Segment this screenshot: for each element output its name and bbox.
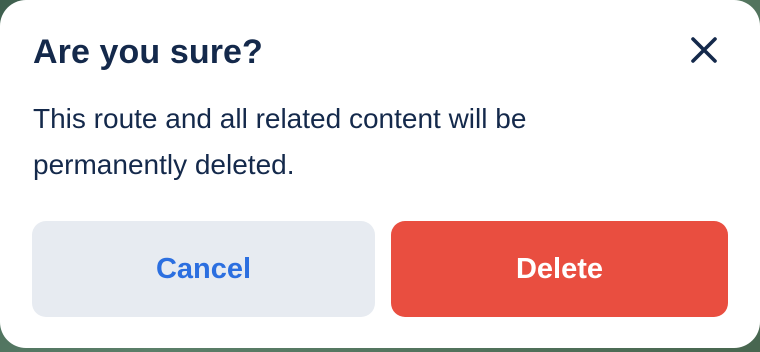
confirm-delete-dialog: Are you sure? This route and all related… [0,0,760,348]
dialog-message: This route and all related content will … [33,103,527,180]
close-icon [684,30,724,70]
delete-button-label: Delete [515,252,604,285]
dialog-title: Are you sure? [33,33,263,71]
cancel-button-label: Cancel [155,252,252,285]
cancel-button[interactable]: Cancel [32,221,375,317]
close-button[interactable] [684,30,724,70]
delete-button[interactable]: Delete [391,221,728,317]
